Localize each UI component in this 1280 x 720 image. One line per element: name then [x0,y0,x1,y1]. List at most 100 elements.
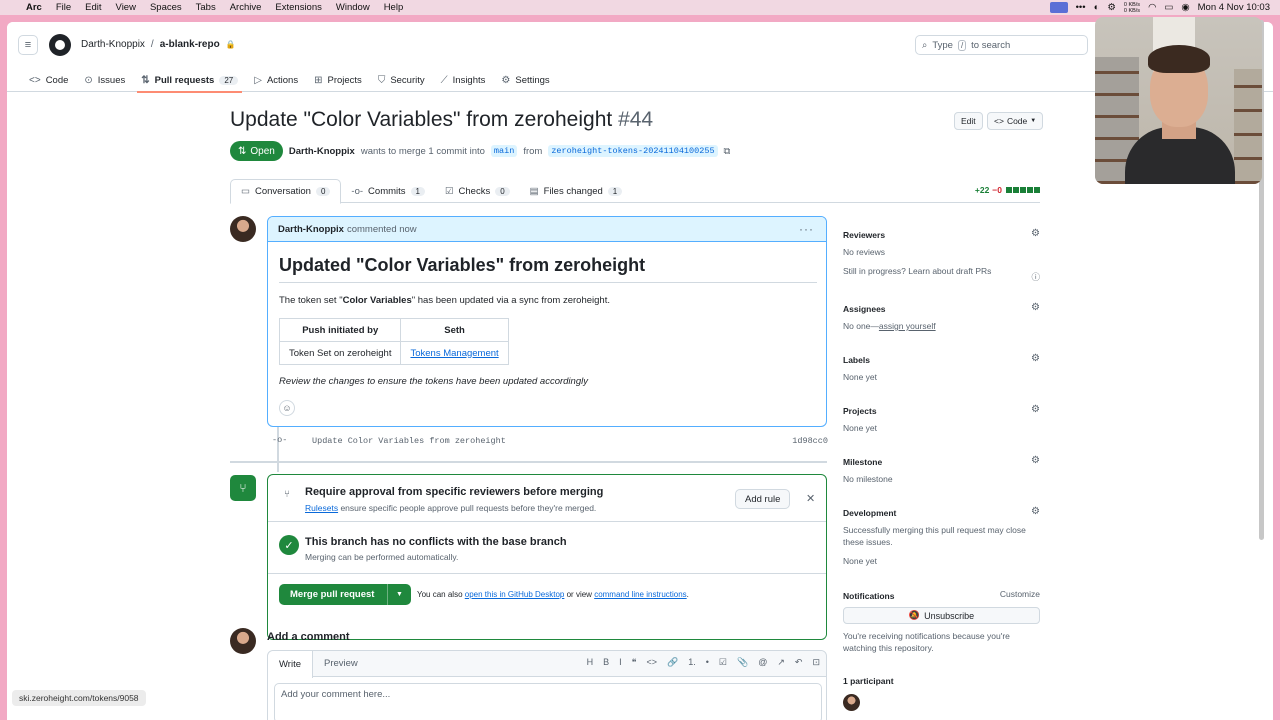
gear-icon[interactable]: ⚙ [1031,228,1040,239]
mention-icon[interactable]: @ [758,657,767,668]
development-section: Development ⚙ Successfully merging this … [843,506,1040,567]
quote-icon[interactable]: ❝ [632,657,637,668]
menu-edit[interactable]: Edit [85,2,101,13]
pr-meta: ⇅ Open Darth-Knoppix wants to merge 1 com… [230,141,730,161]
undo-icon[interactable]: ↶ [795,657,803,668]
add-reaction-icon[interactable]: ☺ [279,400,295,416]
italic-icon[interactable]: I [619,657,622,668]
tab-conversation[interactable]: ▭ Conversation 0 [230,179,342,204]
gear-icon[interactable]: ⚙ [1031,404,1040,415]
heading-icon[interactable]: H [587,657,594,668]
menu-file[interactable]: File [56,2,71,13]
menu-spaces[interactable]: Spaces [150,2,182,13]
owner-link[interactable]: Darth-Knoppix [81,39,145,50]
assign-yourself-link[interactable]: assign yourself [879,321,936,331]
rulesets-link[interactable]: Rulesets [305,503,338,513]
tab-checks[interactable]: ☑ Checks 0 [435,179,520,204]
head-branch[interactable]: zeroheight-tokens-20241104100255 [548,145,718,157]
add-rule-button[interactable]: Add rule [735,489,791,509]
tokens-management-link[interactable]: Tokens Management [410,348,498,359]
brightness-icon[interactable]: ◐ [1094,2,1100,13]
author-link[interactable]: Darth-Knoppix [289,146,355,157]
rule-title: Require approval from specific reviewers… [305,486,604,498]
comment-textarea[interactable]: Add your comment here... [274,683,822,720]
bold-icon[interactable]: B [603,657,609,668]
info-icon[interactable]: ⓘ [1031,271,1040,283]
code-dropdown-button[interactable]: <> Code ▼ [987,112,1044,130]
commit-sha[interactable]: 1d98cc0 [792,436,828,446]
attach-icon[interactable]: 📎 [737,657,748,668]
github-desktop-link[interactable]: open this in GitHub Desktop [465,590,565,599]
kebab-menu-icon[interactable]: ··· [799,222,814,236]
edit-title-button[interactable]: Edit [954,112,983,130]
menu-archive[interactable]: Archive [230,2,262,13]
avatar[interactable] [230,216,256,242]
command-line-link[interactable]: command line instructions [594,590,686,599]
menu-help[interactable]: Help [384,2,404,13]
commit-message[interactable]: Update Color Variables from zeroheight [312,436,506,446]
screen-share-icon[interactable] [1049,2,1068,13]
menu-view[interactable]: View [116,2,136,13]
customize-link[interactable]: Customize [1000,589,1040,599]
tab-code[interactable]: <> Code [21,68,76,92]
clock[interactable]: Mon 4 Nov 10:03 [1198,2,1270,13]
rule-desc-text: ensure specific people approve pull requ… [340,503,597,513]
task-list-icon[interactable]: ☑ [719,657,727,668]
settings-icon[interactable]: ⚙ [1107,2,1116,13]
gear-icon[interactable]: ⚙ [1031,455,1040,466]
tab-settings[interactable]: ⚙ Settings [493,68,557,92]
user-icon[interactable]: ◉ [1181,2,1189,13]
timeline-line [277,427,279,472]
unsubscribe-button[interactable]: 🔕 Unsubscribe [843,607,1040,624]
from-text: from [523,145,543,157]
hamburger-menu-icon[interactable]: ≡ [18,35,38,55]
comment-author[interactable]: Darth-Knoppix [278,224,344,235]
avatar[interactable] [230,628,256,654]
link-icon[interactable]: 🔗 [667,657,678,668]
tab-files-changed[interactable]: ▤ Files changed 1 [520,179,633,204]
base-branch[interactable]: main [490,145,518,157]
gear-icon[interactable]: ⚙ [1031,353,1040,364]
assignees-none: No one— [843,321,879,331]
repo-link[interactable]: a-blank-repo [160,39,220,50]
reference-icon[interactable]: ↗ [777,657,785,668]
tab-issues[interactable]: ⊙ Issues [76,68,133,92]
tab-commits[interactable]: -o- Commits 1 [341,179,435,204]
development-title: Development [843,508,897,518]
menu-window[interactable]: Window [336,2,370,13]
chevron-down-icon[interactable]: ▼ [387,584,411,605]
app-menu[interactable]: Arc [26,2,42,13]
chevron-down-icon: ▼ [1030,118,1037,124]
tab-write[interactable]: Write [268,651,313,678]
tab-preview[interactable]: Preview [313,651,369,676]
numbered-list-icon[interactable]: 1. [688,657,696,668]
code-label: Code [1006,116,1028,126]
tab-insights[interactable]: ⟋ Insights [433,68,494,92]
tab-security[interactable]: ⛉ Security [370,68,433,92]
gear-icon[interactable]: ⚙ [1031,506,1040,517]
menu-extensions[interactable]: Extensions [275,2,321,13]
more-icon[interactable]: ••• [1076,2,1086,13]
tab-projects[interactable]: ⊞ Projects [306,68,370,92]
body-bold: Color Variables [342,295,412,306]
participant-avatar[interactable] [843,694,860,711]
link-hover-url: ski.zeroheight.com/tokens/9058 [12,690,146,706]
code-icon[interactable]: <> [647,657,658,668]
wifi-icon[interactable]: ◠ [1148,2,1156,13]
tab-label: Issues [97,74,126,86]
tab-actions[interactable]: ▷ Actions [246,68,306,92]
github-logo-icon[interactable] [49,34,71,56]
close-icon[interactable]: ✕ [806,492,815,505]
copy-icon[interactable]: ⧉ [724,146,731,157]
bookshelf [1234,69,1262,184]
menu-tabs[interactable]: Tabs [196,2,216,13]
tab-pull-requests[interactable]: ⇅ Pull requests 27 [133,68,246,93]
draft-link[interactable]: Learn about draft PRs [908,266,991,276]
bullet-list-icon[interactable]: • [706,657,709,668]
fullscreen-icon[interactable]: ⊡ [812,657,820,668]
search-input[interactable]: ⌕ Type / to search [915,35,1088,55]
battery-icon[interactable]: ▭ [1164,2,1173,13]
merge-pull-request-button[interactable]: Merge pull request ▼ [279,584,411,605]
status-text: Open [250,145,275,157]
gear-icon[interactable]: ⚙ [1031,302,1040,313]
